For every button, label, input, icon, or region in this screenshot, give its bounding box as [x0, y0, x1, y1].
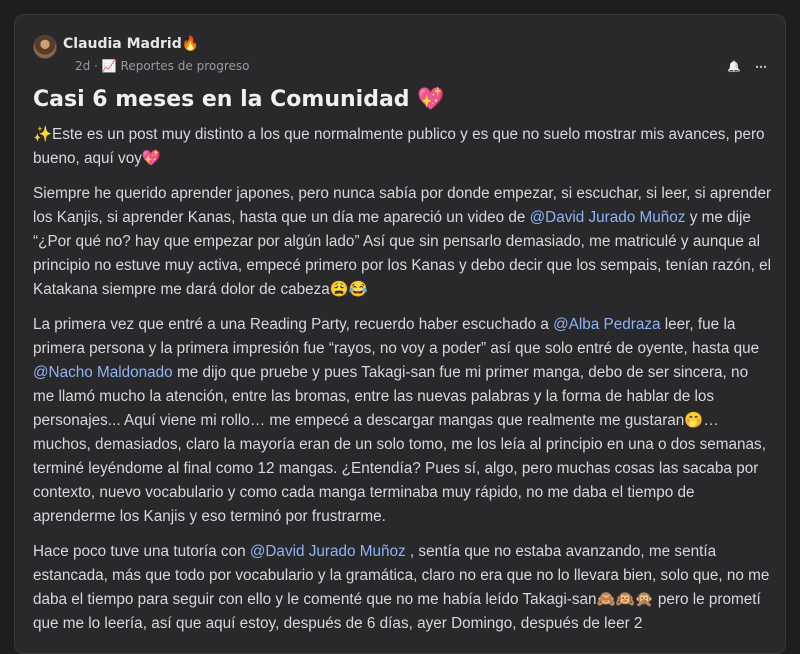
- header-actions: 🔔 ⋯: [727, 61, 767, 74]
- post-header: Claudia Madrid🔥 2d · 📈 Reportes de progr…: [33, 33, 767, 77]
- paragraph-text: La primera vez que entré a una Reading P…: [33, 316, 554, 333]
- sparkling-heart-icon: 💖: [417, 87, 445, 112]
- post-body: ✨Este es un post muy distinto a los que …: [33, 123, 773, 647]
- mention-link[interactable]: @David Jurado Muñoz: [530, 209, 686, 226]
- post-title: Casi 6 meses en la Comunidad 💖: [33, 87, 767, 112]
- paragraph-3: La primera vez que entré a una Reading P…: [33, 313, 773, 529]
- more-options-icon[interactable]: ⋯: [755, 61, 767, 73]
- chart-increasing-icon: 📈: [101, 59, 117, 73]
- mention-link[interactable]: @Nacho Maldonado: [33, 364, 173, 381]
- bell-icon[interactable]: 🔔: [727, 61, 741, 73]
- paragraph-2: Siempre he querido aprender japones, per…: [33, 182, 773, 302]
- avatar[interactable]: [33, 35, 57, 59]
- paragraph-1: ✨Este es un post muy distinto a los que …: [33, 123, 773, 171]
- mention-link[interactable]: @Alba Pedraza: [553, 316, 660, 333]
- paragraph-text: Hace poco tuve una tutoría con: [33, 543, 250, 560]
- paragraph-text: ✨Este es un post muy distinto a los que …: [33, 126, 765, 167]
- fire-icon: 🔥: [181, 36, 200, 52]
- author-name-text[interactable]: Claudia Madrid: [63, 36, 182, 52]
- post-time: 2d: [75, 59, 91, 73]
- paragraph-text: me dijo que pruebe y pues Takagi-san fue…: [33, 364, 766, 525]
- mention-link[interactable]: @David Jurado Muñoz: [250, 543, 406, 560]
- author-name[interactable]: Claudia Madrid🔥: [63, 36, 199, 52]
- post-card: Claudia Madrid🔥 2d · 📈 Reportes de progr…: [14, 14, 786, 654]
- post-title-text: Casi 6 meses en la Comunidad: [33, 87, 410, 112]
- paragraph-4: Hace poco tuve una tutoría con @David Ju…: [33, 540, 773, 636]
- meta-separator: ·: [94, 59, 98, 73]
- category-link[interactable]: Reportes de progreso: [121, 59, 250, 73]
- post-meta: 2d · 📈 Reportes de progreso: [75, 59, 249, 73]
